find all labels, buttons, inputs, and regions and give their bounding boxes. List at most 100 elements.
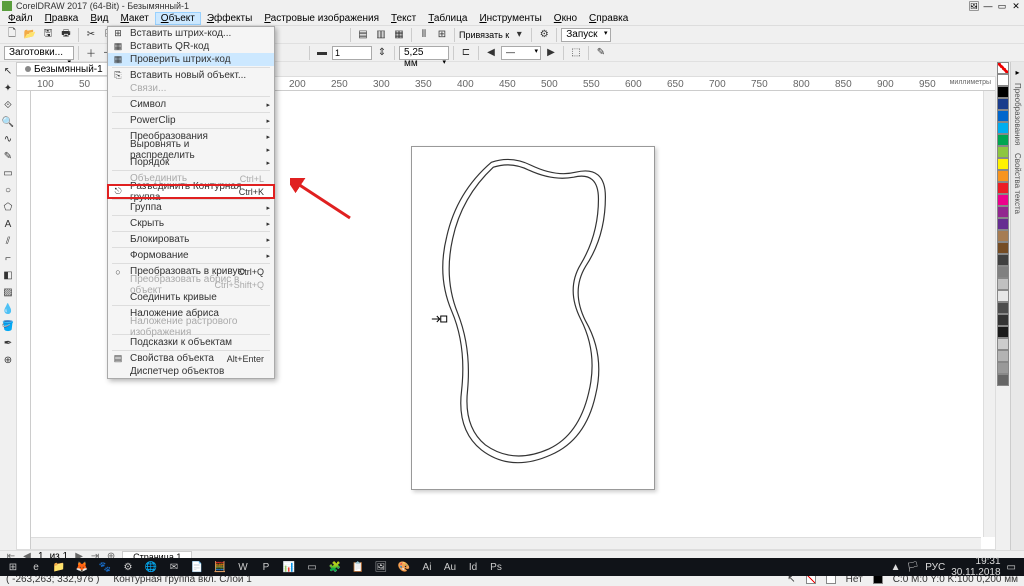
- tray-up-icon[interactable]: ▲: [891, 562, 901, 573]
- zoom-tool-icon[interactable]: 🔍: [1, 115, 15, 129]
- crop-tool-icon[interactable]: ⟐: [1, 98, 15, 112]
- dropshadow-tool-icon[interactable]: ◧: [1, 268, 15, 282]
- menuitem[interactable]: Символ▸: [108, 98, 274, 111]
- taskbar-app[interactable]: e: [25, 559, 47, 575]
- menu-правка[interactable]: Правка: [39, 12, 85, 25]
- color-swatch[interactable]: [997, 110, 1009, 122]
- color-swatch[interactable]: [997, 218, 1009, 230]
- add-icon[interactable]: ＋: [83, 45, 99, 61]
- menu-справка[interactable]: Справка: [583, 12, 634, 25]
- menuitem[interactable]: ▦Вставить QR-код: [108, 40, 274, 53]
- menu-текст[interactable]: Текст: [385, 12, 422, 25]
- taskbar-app[interactable]: 📋: [347, 559, 369, 575]
- taskbar-app[interactable]: 🎨: [393, 559, 415, 575]
- color-swatch[interactable]: [997, 350, 1009, 362]
- cut-icon[interactable]: ✂: [83, 27, 99, 43]
- menuitem[interactable]: Подсказки к объектам: [108, 336, 274, 349]
- color-swatch[interactable]: [997, 242, 1009, 254]
- parallel-tool-icon[interactable]: ⫽: [1, 234, 15, 248]
- group-icon[interactable]: ⊞: [434, 27, 450, 43]
- menuitem[interactable]: PowerClip▸: [108, 114, 274, 127]
- open-icon[interactable]: 📂: [22, 27, 38, 43]
- menuitem[interactable]: Блокировать▸: [108, 233, 274, 246]
- menuitem[interactable]: Скрыть▸: [108, 217, 274, 230]
- taskbar-app[interactable]: Id: [462, 559, 484, 575]
- tray-lang[interactable]: РУС: [925, 562, 945, 573]
- color-swatch[interactable]: [997, 98, 1009, 110]
- spinner-icon[interactable]: ⇕: [374, 45, 390, 61]
- taskbar-app[interactable]: 📁: [48, 559, 70, 575]
- presets-dropdown[interactable]: Заготовки...: [4, 46, 74, 60]
- color-swatch[interactable]: [997, 278, 1009, 290]
- options-icon[interactable]: ⚙: [536, 27, 552, 43]
- color-swatch[interactable]: [997, 374, 1009, 386]
- color-swatch[interactable]: [997, 230, 1009, 242]
- taskbar-app[interactable]: Au: [439, 559, 461, 575]
- color-swatch[interactable]: [997, 266, 1009, 278]
- align-right-icon[interactable]: ▦: [391, 27, 407, 43]
- document-tab[interactable]: Безымянный-1: [16, 62, 112, 76]
- color-swatch[interactable]: [997, 206, 1009, 218]
- text-tool-icon[interactable]: A: [1, 217, 15, 231]
- menu-объект[interactable]: Объект: [155, 12, 201, 25]
- rectangle-tool-icon[interactable]: ▭: [1, 166, 15, 180]
- taskbar-app[interactable]: 📄: [186, 559, 208, 575]
- color-swatch[interactable]: [997, 194, 1009, 206]
- dock-tab-text[interactable]: Свойства текста: [1013, 151, 1022, 216]
- menuitem[interactable]: Диспетчер объектов: [108, 365, 274, 378]
- fill-tool-icon[interactable]: 🪣: [1, 319, 15, 333]
- line-style-dropdown[interactable]: —: [501, 46, 541, 60]
- taskbar-app[interactable]: W: [232, 559, 254, 575]
- menu-файл[interactable]: Файл: [2, 12, 39, 25]
- taskbar-app[interactable]: ▭: [301, 559, 323, 575]
- dock-tab-transform[interactable]: Преобразования: [1013, 81, 1022, 147]
- transparency-tool-icon[interactable]: ▨: [1, 285, 15, 299]
- pick-tool-icon[interactable]: ↖: [1, 64, 15, 78]
- color-swatch[interactable]: [997, 314, 1009, 326]
- menu-окно[interactable]: Окно: [548, 12, 583, 25]
- taskbar-app[interactable]: Ai: [416, 559, 438, 575]
- taskbar-app[interactable]: P: [255, 559, 277, 575]
- ellipse-tool-icon[interactable]: ○: [1, 183, 15, 197]
- minimize-button[interactable]: —: [982, 1, 994, 11]
- launch-dropdown[interactable]: Запуск: [561, 28, 610, 42]
- outline-style-icon[interactable]: ▬: [314, 45, 330, 61]
- color-swatch[interactable]: [997, 290, 1009, 302]
- artistic-media-icon[interactable]: ✎: [1, 149, 15, 163]
- menuitem[interactable]: ⎋Разъединить Контурная группаCtrl+K: [108, 185, 274, 198]
- menu-таблица[interactable]: Таблица: [422, 12, 473, 25]
- menu-макет[interactable]: Макет: [114, 12, 154, 25]
- color-swatch[interactable]: [997, 338, 1009, 350]
- page-object[interactable]: [411, 146, 655, 490]
- scrollbar-horizontal[interactable]: [31, 537, 981, 549]
- menuitem[interactable]: Формование▸: [108, 249, 274, 262]
- color-swatch[interactable]: [997, 86, 1009, 98]
- scrollbar-vertical[interactable]: [983, 91, 995, 537]
- start-arrow-icon[interactable]: ◀: [483, 45, 499, 61]
- end-arrow-icon[interactable]: ▶: [543, 45, 559, 61]
- close-button[interactable]: ✕: [1010, 1, 1022, 11]
- menu-инструменты[interactable]: Инструменты: [473, 12, 547, 25]
- menuitem[interactable]: Соединить кривые: [108, 291, 274, 304]
- menu-вид[interactable]: Вид: [84, 12, 114, 25]
- outline-width-dropdown[interactable]: 5,25 мм: [399, 46, 449, 60]
- menuitem[interactable]: ⎘Вставить новый объект...: [108, 69, 274, 82]
- color-swatch[interactable]: [997, 158, 1009, 170]
- taskbar-app[interactable]: ✉: [163, 559, 185, 575]
- tray-flag-icon[interactable]: 🏳: [907, 562, 920, 573]
- color-swatch[interactable]: [997, 362, 1009, 374]
- taskbar-app[interactable]: ⚙: [117, 559, 139, 575]
- color-swatch[interactable]: [997, 122, 1009, 134]
- wrap-icon[interactable]: ⬚: [568, 45, 584, 61]
- color-swatch[interactable]: [997, 182, 1009, 194]
- color-swatch[interactable]: [997, 302, 1009, 314]
- taskbar-app[interactable]: 🧮: [209, 559, 231, 575]
- taskbar-app[interactable]: Ps: [485, 559, 507, 575]
- maximize-button[interactable]: ▭: [996, 1, 1008, 11]
- taskbar-app[interactable]: 🌐: [140, 559, 162, 575]
- freehand-tool-icon[interactable]: ∿: [1, 132, 15, 146]
- align-center-icon[interactable]: ▥: [373, 27, 389, 43]
- color-swatch[interactable]: [997, 74, 1009, 86]
- color-swatch[interactable]: [997, 170, 1009, 182]
- color-none[interactable]: [997, 62, 1009, 74]
